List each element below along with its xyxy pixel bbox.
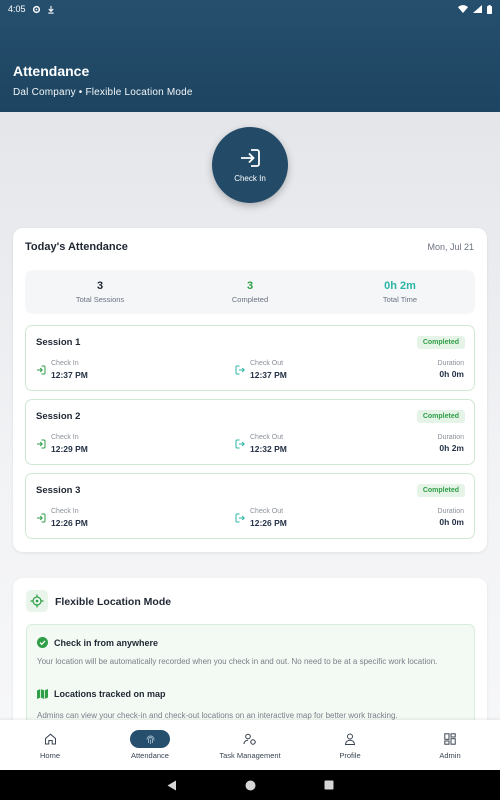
attendance-date: Mon, Jul 21	[427, 242, 474, 252]
duration-value: 0h 2m	[439, 443, 464, 453]
check-in-label: Check In	[51, 508, 79, 515]
logout-icon	[235, 365, 245, 375]
signal-icon	[473, 5, 482, 13]
location-target-icon	[26, 590, 48, 612]
session-title: Session 1	[36, 337, 81, 348]
dashboard-icon	[444, 733, 456, 745]
check-in-time: 12:37 PM	[51, 370, 88, 380]
duration-label: Duration	[437, 360, 464, 367]
summary-total-sessions: 3 Total Sessions	[25, 270, 175, 314]
home-circle-icon[interactable]	[245, 780, 256, 791]
check-in-label: Check In	[51, 434, 79, 441]
session-card: Session 1 Completed Check In 12:37 PM Ch…	[25, 325, 475, 391]
check-out-label: Check Out	[250, 360, 284, 367]
fingerprint-icon	[146, 735, 154, 744]
nav-item-profile[interactable]: Profile	[300, 720, 400, 770]
system-navigation-bar	[0, 770, 500, 800]
session-duration: Duration 0h 0m	[438, 508, 464, 527]
summary-value: 3	[96, 280, 104, 292]
logout-icon	[235, 513, 245, 523]
status-badge: Completed	[416, 484, 465, 497]
login-icon	[37, 365, 46, 375]
battery-icon	[487, 4, 492, 14]
home-icon	[44, 733, 56, 745]
check-out-time: 12:32 PM	[250, 444, 287, 454]
check-in-button[interactable]: Check In	[212, 127, 288, 203]
task-icon	[243, 733, 256, 745]
check-in-label: Check In	[234, 173, 266, 183]
duration-label: Duration	[437, 508, 464, 515]
check-out-label: Check Out	[250, 508, 284, 515]
summary-label: Total Sessions	[75, 295, 125, 304]
nav-label: Home	[39, 751, 60, 760]
status-badge: Completed	[416, 410, 465, 423]
login-icon	[241, 148, 260, 167]
settings-icon	[32, 5, 40, 13]
wifi-icon	[458, 5, 468, 13]
page-subtitle: Dal Company • Flexible Location Mode	[13, 87, 193, 98]
bottom-navigation: Home Attendance Task Management Profile …	[0, 720, 500, 770]
session-duration: Duration 0h 0m	[438, 360, 464, 379]
duration-label: Duration	[437, 434, 464, 441]
summary-completed: 3 Completed	[175, 270, 325, 314]
nav-label: Admin	[439, 751, 461, 760]
nav-item-task-management[interactable]: Task Management	[200, 720, 300, 770]
nav-active-indicator	[130, 730, 170, 748]
summary-label: Total Time	[382, 295, 418, 304]
session-duration: Duration 0h 2m	[438, 434, 464, 453]
back-icon[interactable]	[167, 780, 177, 791]
attendance-summary: 3 Total Sessions 3 Completed 0h 2m Total…	[25, 270, 475, 314]
feature-title-text: Check in from anywhere	[54, 637, 159, 648]
feature-title: Check in from anywhere	[37, 637, 158, 648]
nav-item-admin[interactable]: Admin	[400, 720, 500, 770]
nav-label: Task Management	[219, 751, 281, 760]
feature-title-text: Locations tracked on map	[54, 689, 166, 699]
session-title: Session 2	[36, 411, 81, 422]
summary-value: 3	[246, 280, 254, 292]
feature-description: Your location will be automatically reco…	[37, 657, 438, 666]
session-card: Session 2 Completed Check In 12:29 PM Ch…	[25, 399, 475, 465]
flexible-location-card: Flexible Location Mode Check in from any…	[13, 578, 487, 738]
check-in-label: Check In	[51, 360, 79, 367]
download-icon	[47, 5, 54, 14]
summary-label: Completed	[231, 295, 269, 304]
map-icon	[37, 689, 48, 699]
login-icon	[37, 439, 46, 449]
person-icon	[344, 733, 356, 745]
nav-label: Attendance	[131, 751, 169, 760]
check-in-time: 12:26 PM	[51, 518, 88, 528]
feature-title: Locations tracked on map	[37, 689, 166, 699]
todays-attendance-card: Today's Attendance Mon, Jul 21 3 Total S…	[13, 228, 487, 552]
nav-label: Profile	[339, 751, 361, 760]
duration-value: 0h 0m	[439, 369, 464, 379]
duration-value: 0h 0m	[439, 517, 464, 527]
logout-icon	[235, 439, 245, 449]
check-in-time: 12:29 PM	[51, 444, 88, 454]
check-out-time: 12:26 PM	[250, 518, 287, 528]
status-bar: 4:05	[0, 0, 500, 18]
session-card: Session 3 Completed Check In 12:26 PM Ch…	[25, 473, 475, 539]
check-out-time: 12:37 PM	[250, 370, 287, 380]
check-out-label: Check Out	[250, 434, 284, 441]
check-circle-icon	[37, 637, 48, 648]
status-time: 4:05	[8, 4, 26, 14]
login-icon	[37, 513, 46, 523]
nav-item-home[interactable]: Home	[0, 720, 100, 770]
summary-total-time: 0h 2m Total Time	[325, 270, 475, 314]
status-badge: Completed	[416, 336, 465, 349]
page-title: Attendance	[13, 63, 90, 79]
flexible-mode-info: Check in from anywhere Your location wil…	[26, 624, 475, 734]
flexible-mode-title: Flexible Location Mode	[55, 596, 172, 608]
session-title: Session 3	[36, 485, 81, 496]
recents-icon[interactable]	[324, 780, 334, 790]
summary-value: 0h 2m	[384, 280, 416, 292]
nav-item-attendance[interactable]: Attendance	[100, 720, 200, 770]
attendance-title: Today's Attendance	[25, 241, 128, 253]
